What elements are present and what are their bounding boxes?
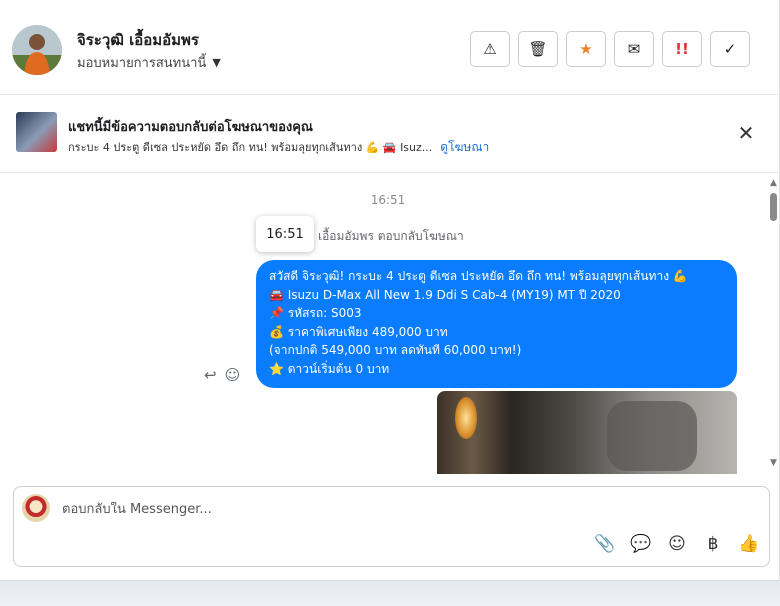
ad-thumbnail [16,112,57,152]
header-actions: ⚠ 🗑 ★ ✉ !! ✓ [470,31,750,67]
mark-unread-button[interactable]: ✉ [614,31,654,67]
attachment-icon[interactable]: 📎 [594,534,616,554]
time-tooltip: 16:51 [256,216,314,252]
ad-description: กระบะ 4 ประตู ดีเซล ประหยัด อึด ถึก ทน! … [68,141,433,154]
light-glow [455,397,477,439]
emoji-icon[interactable]: ☺ [666,534,688,554]
message-line: (จากปกติ 549,000 บาท ลดทันที 60,000 บาท!… [269,343,522,358]
trash-icon: 🗑 [528,40,548,58]
thread-timestamp: 16:51 [370,193,406,207]
reply-input[interactable] [62,502,662,517]
star-icon: ★ [579,40,593,58]
payment-icon[interactable]: ฿ [702,534,724,554]
message-actions: ↩ ☺ [204,366,240,384]
thread-scrollbar[interactable]: ▲ ▼ [768,174,780,474]
message-line: สวัสดี จิระวุฒิ! กระบะ 4 ประตู ดีเซล ประ… [269,269,688,283]
like-icon[interactable]: 👍 [738,534,760,554]
message-composer: 📎 💬 ☺ ฿ 👍 [13,486,770,567]
follow-up-button[interactable]: !! [662,31,702,67]
contact-name: จิระวุฒิ เอื้อมอัมพร [77,31,199,49]
mark-spam-button[interactable]: ⚠ [470,31,510,67]
delete-button[interactable]: 🗑 [518,31,558,67]
ad-reply-note: เอื้อมอัมพร ตอบกลับโฆษณา [318,229,464,243]
view-ad-link[interactable]: ดูโฆษณา [440,138,489,157]
warning-icon: ⚠ [483,40,497,58]
car-image[interactable] [437,391,737,474]
saved-reply-icon[interactable]: 💬 [630,534,652,554]
assign-conversation-dropdown[interactable]: มอบหมายการสนทนานี้ ▼ [77,52,221,73]
message-line: 🚘 Isuzu D-Max All New 1.9 Ddi S Cab-4 (M… [269,287,621,302]
conversation-header: จิระวุฒิ เอื้อมอัมพร มอบหมายการสนทนานี้ … [0,0,780,95]
priority-icon: !! [675,40,689,58]
react-icon[interactable]: ☺ [225,366,241,384]
reply-icon[interactable]: ↩ [204,366,217,384]
close-icon[interactable]: ✕ [735,121,757,145]
mail-icon: ✉ [627,40,641,58]
ad-banner-title: แชทนี้มีข้อความตอบกลับต่อโฆษณาของคุณ [68,120,313,135]
check-icon: ✓ [723,40,737,58]
message-line: 📌 รหัสรถ: S003 [269,306,362,321]
scrollbar-thumb[interactable] [770,193,777,221]
ad-banner-subtitle: กระบะ 4 ประตู ดีเซล ประหยัด อึด ถึก ทน! … [68,138,489,157]
contact-avatar[interactable] [12,25,62,75]
chevron-down-icon: ▼ [212,56,221,69]
scroll-down-icon[interactable]: ▼ [770,458,777,468]
seat-shape [607,401,697,471]
message-bubble[interactable]: สวัสดี จิระวุฒิ! กระบะ 4 ประตู ดีเซล ประ… [256,260,737,388]
message-line: 💰 ราคาพิเศษเพียง 489,000 บาท [269,324,448,339]
messenger-panel: จิระวุฒิ เอื้อมอัมพร มอบหมายการสนทนานี้ … [0,0,780,580]
page-avatar [22,494,50,522]
assign-label: มอบหมายการสนทนานี้ [77,56,207,71]
star-button[interactable]: ★ [566,31,606,67]
message-line: ⭐ ดาวน์เริ่มต้น 0 บาท [269,361,390,376]
window-bottom-edge [0,580,780,606]
message-thread[interactable]: 16:51 16:51 เอื้อมอัมพร ตอบกลับโฆษณา สวั… [0,174,768,474]
scroll-up-icon[interactable]: ▲ [770,178,777,188]
mark-done-button[interactable]: ✓ [710,31,750,67]
composer-tools: 📎 💬 ☺ ฿ 👍 [594,534,760,554]
ad-reply-banner: แชทนี้มีข้อความตอบกลับต่อโฆษณาของคุณ กระ… [0,95,780,173]
